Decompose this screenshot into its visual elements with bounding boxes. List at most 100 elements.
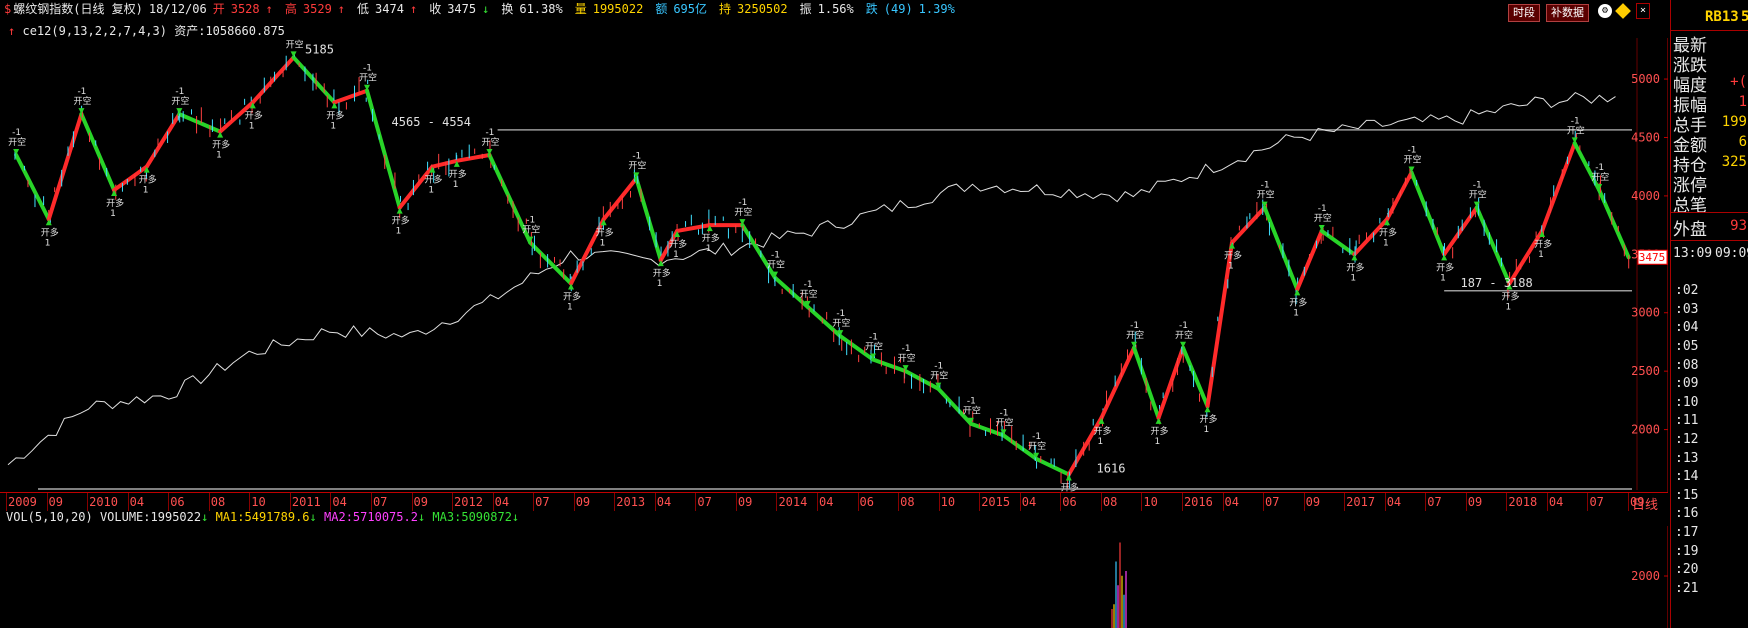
x-tick-mark — [979, 493, 981, 511]
tick-time: 13:09 — [1673, 246, 1713, 261]
x-tick-mark — [492, 493, 494, 511]
up-trend-segment — [1385, 170, 1414, 222]
tick-time: :21 — [1675, 580, 1699, 596]
up-trend-segment — [144, 112, 182, 169]
level1-label: 4565 - 4554 — [392, 115, 471, 129]
ma2-label: MA2 — [324, 510, 346, 524]
settings-icon[interactable]: ⚙ — [1598, 4, 1612, 18]
tick-time: :11 — [1675, 413, 1699, 429]
x-tick-mark — [330, 493, 332, 511]
volume-tick-label: 2000 — [1631, 569, 1660, 583]
volume-field: 量 1995022 — [574, 2, 644, 16]
indicator-name: ce12(9,13,2,2,7,4,3) — [22, 24, 167, 38]
x-tick-mark — [898, 493, 900, 511]
amount-field: 额 695亿 — [655, 2, 708, 16]
x-tick-mark — [573, 493, 575, 511]
x-tick-label: 09 — [413, 495, 428, 509]
signal-count: 1 — [396, 227, 402, 237]
signal-count: -1 — [1408, 146, 1417, 156]
symbol-suffix: 5 — [1741, 9, 1748, 25]
x-tick-label: 10 — [251, 495, 266, 509]
signal-label: 开多 — [392, 215, 410, 227]
tick-time: :16 — [1675, 506, 1699, 522]
asset-value: 1058660.875 — [205, 24, 285, 38]
x-tick-mark — [1384, 493, 1386, 511]
period-label[interactable]: 日线 — [1632, 494, 1658, 513]
up-trend-segment — [1540, 141, 1577, 233]
signal-count: 1 — [45, 238, 51, 248]
signal-count: -1 — [1000, 408, 1009, 418]
high-field: 高 3529 ↑ — [284, 2, 346, 16]
x-tick-mark — [776, 493, 778, 511]
x-tick-mark — [1019, 493, 1021, 511]
signal-count: 1 — [1155, 437, 1161, 447]
up-trend-segment — [332, 88, 370, 105]
x-tick-label: 04 — [129, 495, 145, 509]
close-icon[interactable]: × — [1636, 3, 1650, 19]
signal-count: -1 — [485, 128, 494, 138]
signal-label: 开多 — [245, 109, 263, 121]
x-tick-mark — [1141, 493, 1143, 511]
change-field: 跌 (49) 1.39% — [865, 2, 955, 16]
x-tick-label: 09 — [1467, 495, 1483, 509]
sell-arrow-icon — [1180, 341, 1187, 348]
fill-data-button[interactable]: 补数据 — [1546, 4, 1589, 22]
signal-count: 1 — [1293, 308, 1299, 318]
signal-label: 开多 — [212, 139, 230, 151]
x-tick-label: 08 — [1102, 495, 1118, 509]
x-tick-mark — [452, 493, 454, 511]
tick-time: :02 — [1675, 283, 1699, 299]
signal-count: 1 — [330, 121, 336, 131]
x-tick-label: 10 — [1143, 495, 1158, 509]
x-tick-mark — [411, 493, 413, 511]
x-tick-label: 04 — [1386, 495, 1402, 509]
tick-time: 09:09 — [1715, 246, 1748, 261]
asset-label: 资产: — [174, 24, 206, 38]
x-tick-mark — [817, 493, 818, 511]
x-tick-label: 07 — [1589, 495, 1604, 509]
vol-volume-label: VOLUME — [99, 510, 144, 524]
x-tick-label: 09 — [737, 495, 753, 509]
tick-time: :12 — [1675, 432, 1699, 447]
signal-count: -1 — [869, 332, 878, 342]
quote-value: 199 — [1721, 114, 1747, 130]
x-tick-mark — [1465, 493, 1467, 511]
symbol-box[interactable]: RB13 5 — [1671, 0, 1748, 31]
price-chart[interactable]: 2000250030003500400045005000开空-1开多1开空-1开… — [0, 38, 1668, 493]
level2-label: 187 - 3188 — [1460, 276, 1532, 290]
up-trend-segment — [1156, 345, 1186, 420]
instrument-title: 螺纹钢指数(日线 复权) — [13, 2, 143, 16]
x-tick-mark — [1263, 493, 1265, 511]
signal-count: 1 — [428, 186, 434, 196]
timeshare-button[interactable]: 时段 — [1508, 4, 1540, 22]
close-field: 收 3475 ↓ — [429, 2, 490, 16]
down-trend-segment — [634, 176, 663, 263]
vol-volume-value: 1995022 — [150, 510, 202, 524]
signal-label: 开多 — [1200, 413, 1218, 425]
signal-count: 1 — [453, 180, 459, 190]
buy-arrow-icon — [1155, 417, 1162, 424]
x-tick-label: 06 — [170, 495, 185, 509]
signal-count: -1 — [1130, 321, 1139, 331]
low-price-label: 1616 — [1097, 461, 1126, 475]
x-tick-mark — [1222, 493, 1224, 511]
signal-count: 1 — [249, 121, 255, 131]
up-trend-segment — [1230, 205, 1267, 245]
signal-label: 开多 — [424, 174, 442, 186]
signal-count: -1 — [836, 309, 845, 319]
signal-label: 开多 — [596, 226, 614, 238]
quote-value: 325 — [1721, 154, 1747, 170]
x-tick-label: 2018 — [1508, 495, 1538, 509]
x-tick-label: 2016 — [1183, 495, 1213, 509]
x-tick-mark — [1425, 493, 1427, 511]
equity-curve — [7, 91, 1616, 466]
signal-count: -1 — [290, 38, 299, 40]
signal-label: 开多 — [326, 109, 344, 121]
time-axis: 2009 09 2010 04 06 08 10 2011 04 07 09 2012 04 07 09 20… — [0, 492, 1668, 511]
signal-count: -1 — [12, 128, 21, 138]
signal-label: 开多 — [1379, 226, 1397, 238]
down-trend-segment — [177, 112, 223, 134]
x-tick-label: 10 — [940, 495, 956, 509]
volume-chart[interactable]: 2000 — [0, 526, 1668, 628]
tick-time: :15 — [1675, 487, 1699, 503]
